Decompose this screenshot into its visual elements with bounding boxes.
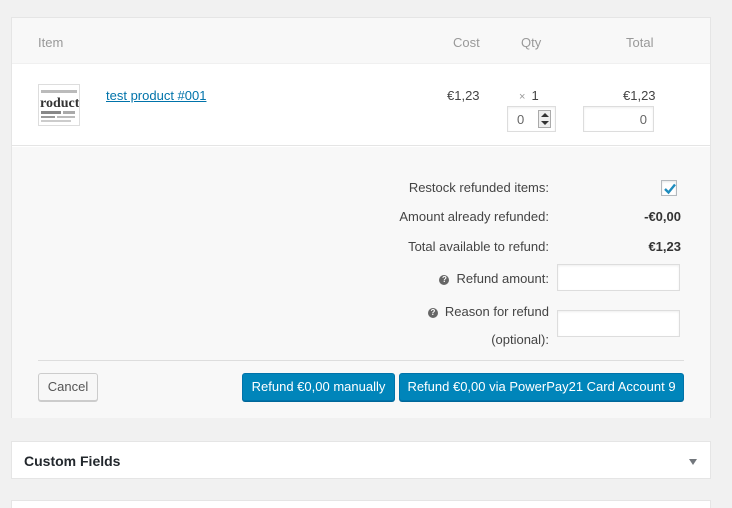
column-header-total: Total <box>626 35 654 50</box>
refund-reason-label: ? Reason for refund <box>427 304 549 319</box>
help-icon[interactable]: ? <box>427 308 438 318</box>
product-name-link[interactable]: test product #001 <box>106 88 206 103</box>
restock-checkbox[interactable] <box>661 180 677 196</box>
refund-via-gateway-button[interactable]: Refund €0,00 via PowerPay21 Card Account… <box>399 373 684 401</box>
stepper-arrows[interactable] <box>538 110 551 128</box>
refund-amount-input[interactable] <box>557 264 680 291</box>
refund-line-total-input[interactable]: 0 <box>583 106 654 132</box>
cancel-button[interactable]: Cancel <box>38 373 98 401</box>
refund-section: Restock refunded items: Amount already r… <box>12 147 710 418</box>
stepper-down-icon[interactable] <box>541 121 549 125</box>
product-thumbnail[interactable]: roduct <box>38 84 80 126</box>
checkmark-icon <box>664 183 676 195</box>
divider <box>38 360 684 361</box>
refund-qty-stepper[interactable]: 0 <box>507 106 556 132</box>
svg-text:roduct: roduct <box>40 96 79 111</box>
items-table-header: Item Cost Qty Total <box>12 18 710 64</box>
restock-label: Restock refunded items: <box>408 180 549 195</box>
refund-qty-value: 0 <box>517 112 525 127</box>
custom-fields-title: Custom Fields <box>24 453 121 469</box>
available-to-refund-value: €1,23 <box>648 239 681 254</box>
refund-manually-button[interactable]: Refund €0,00 manually <box>242 373 395 401</box>
qty-value: 1 <box>531 88 539 103</box>
already-refunded-label: Amount already refunded: <box>399 209 549 224</box>
column-header-cost: Cost <box>453 35 480 50</box>
column-header-item: Item <box>38 35 64 50</box>
order-items-panel: Item Cost Qty Total roduct test product … <box>11 17 711 418</box>
column-header-qty: Qty <box>521 35 542 50</box>
item-qty: × 1 <box>519 88 539 103</box>
table-row: roduct test product #001 €1,23 × 1 €1,23 … <box>12 64 710 146</box>
already-refunded-value: -€0,00 <box>644 209 681 224</box>
refund-reason-input[interactable] <box>557 310 680 337</box>
custom-fields-panel[interactable]: Custom Fields <box>11 441 711 479</box>
refund-line-total-value: 0 <box>639 112 647 127</box>
refund-amount-label: ? Refund amount: <box>439 271 549 286</box>
next-metabox-panel <box>11 500 711 508</box>
product-placeholder-image: roduct <box>39 85 79 125</box>
chevron-down-icon[interactable] <box>689 459 697 465</box>
item-cost: €1,23 <box>447 88 480 103</box>
times-icon: × <box>519 91 526 103</box>
available-to-refund-label: Total available to refund: <box>408 239 549 254</box>
stepper-up-icon[interactable] <box>541 113 549 117</box>
refund-reason-optional-label: (optional): <box>491 332 549 347</box>
help-icon[interactable]: ? <box>439 275 450 285</box>
item-total: €1,23 <box>623 88 656 103</box>
